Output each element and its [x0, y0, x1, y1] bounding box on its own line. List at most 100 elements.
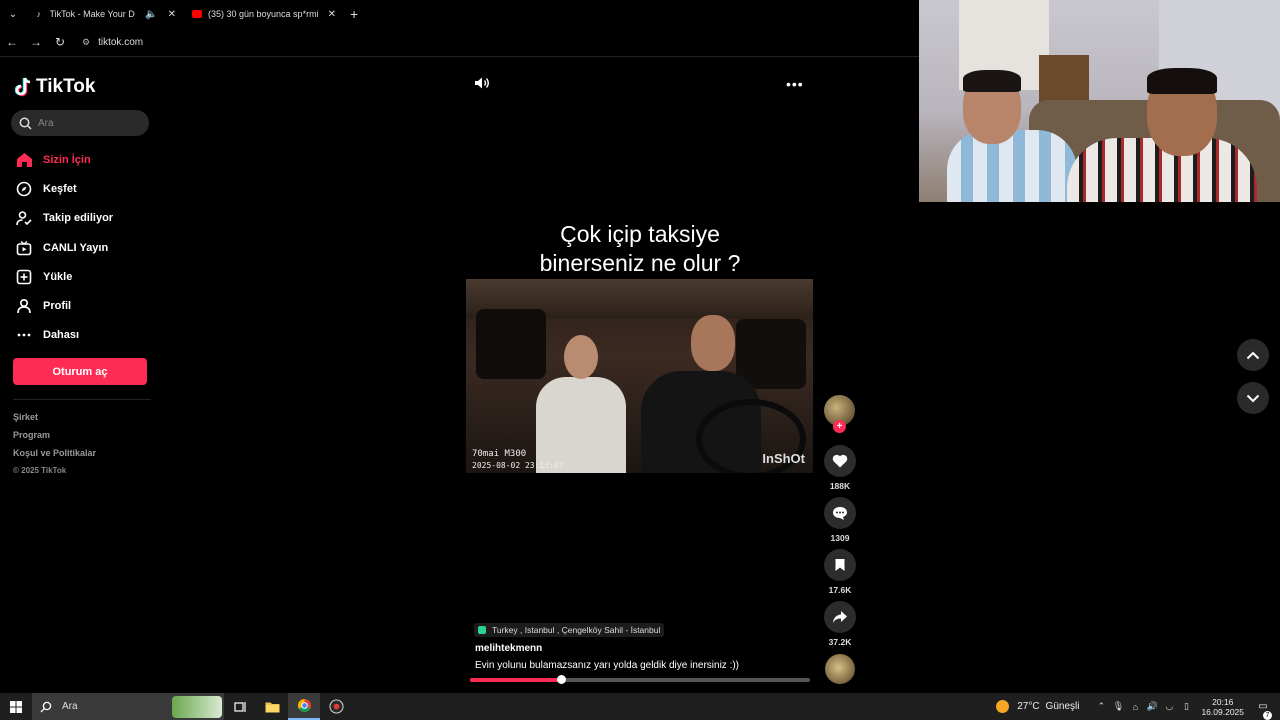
- sidebar-nav: Sizin İçin Keşfet Takip ediliyor CANLI Y…: [14, 145, 154, 350]
- system-tray: 27°C Güneşli ⌃ 🎙 ⌂ 🔊 ◡ ▯ 20:16 16.09.202…: [996, 693, 1280, 720]
- tab-search-chevron-icon[interactable]: ⌄: [0, 9, 26, 20]
- passenger-head: [564, 335, 598, 379]
- video-overlay-title: Çok içip taksiye binerseniz ne olur ?: [480, 220, 800, 278]
- taskbar-clock[interactable]: 20:16 16.09.2025: [1201, 697, 1244, 717]
- volume-icon[interactable]: [474, 76, 490, 95]
- footer-link-program[interactable]: Program: [13, 430, 96, 448]
- logo-text: TikTok: [36, 76, 96, 97]
- network-icon[interactable]: ⌂: [1127, 702, 1143, 712]
- save-button[interactable]: [824, 549, 856, 581]
- taskbar-search[interactable]: Ara: [32, 693, 224, 720]
- task-view-button[interactable]: [224, 693, 256, 720]
- comment-icon: [833, 506, 847, 520]
- like-count: 188K: [829, 481, 851, 491]
- taskbar-search-placeholder: Ara: [62, 701, 78, 712]
- folder-icon: [265, 702, 279, 712]
- footer-link-company[interactable]: Şirket: [13, 412, 96, 430]
- url-field[interactable]: ⚙ tiktok.com: [82, 37, 143, 48]
- share-button[interactable]: [824, 601, 856, 633]
- location-tag[interactable]: Turkey , Istanbul , Çengelköy Sahil - İs…: [474, 623, 665, 637]
- sidebar-item-profile[interactable]: Profil: [14, 291, 154, 320]
- wifi-icon[interactable]: ◡: [1161, 701, 1177, 712]
- login-button[interactable]: Oturum aç: [13, 358, 147, 385]
- profile-icon: [14, 296, 34, 316]
- sun-icon: [996, 700, 1010, 713]
- like-button[interactable]: [824, 445, 856, 477]
- clock-date: 16.09.2025: [1201, 706, 1244, 717]
- forward-icon[interactable]: →: [24, 35, 48, 49]
- dashcam-timestamp: 2025-08-02 23:13:47: [472, 461, 564, 470]
- notification-center-button[interactable]: ▭ 7: [1252, 701, 1274, 720]
- tab-title: TikTok - Make Your Day: [49, 9, 136, 19]
- sidebar-item-label: Takip ediliyor: [43, 212, 114, 225]
- music-disc-avatar[interactable]: [825, 654, 855, 684]
- file-explorer-button[interactable]: [256, 693, 288, 720]
- sidebar-item-label: Keşfet: [43, 182, 77, 195]
- share-count: 37.2K: [828, 637, 852, 647]
- dashcam-brand: 70mai M300: [472, 449, 527, 459]
- new-tab-icon[interactable]: +: [350, 6, 358, 22]
- recording-app-icon: [328, 699, 344, 714]
- search-input[interactable]: [38, 117, 138, 129]
- task-view-icon: [233, 701, 246, 712]
- share-icon: [833, 611, 847, 623]
- tiktok-logo[interactable]: TikTok: [15, 76, 95, 98]
- comment-button[interactable]: [824, 497, 856, 529]
- bookmark-icon: [835, 559, 845, 571]
- reload-icon[interactable]: ↻: [48, 35, 72, 49]
- footer-link-terms[interactable]: Koşul ve Politikalar: [13, 448, 96, 466]
- video-progress-bar[interactable]: [470, 675, 810, 684]
- previous-video-button[interactable]: [1237, 339, 1269, 371]
- chevron-up-icon: [1246, 351, 1260, 359]
- microphone-icon[interactable]: 🎙: [1110, 701, 1126, 712]
- site-info-icon[interactable]: ⚙: [82, 37, 90, 48]
- next-video-button[interactable]: [1237, 382, 1269, 414]
- tab-tiktok[interactable]: ♪ TikTok - Make Your Day 🔈 ✕: [26, 0, 184, 28]
- location-text: Turkey , Istanbul , Çengelköy Sahil - İs…: [492, 625, 661, 635]
- weather-desc: Güneşli: [1045, 701, 1080, 712]
- notification-count: 7: [1263, 711, 1272, 720]
- taskbar-search-icon: [40, 701, 52, 712]
- sidebar-item-label: Profil: [43, 300, 72, 313]
- follow-plus-icon[interactable]: +: [833, 420, 846, 433]
- sidebar-footer: Şirket Program Koşul ve Politikalar © 20…: [13, 412, 96, 480]
- battery-icon[interactable]: ▯: [1178, 701, 1194, 712]
- video-more-options-icon[interactable]: •••: [786, 76, 804, 92]
- search-highlight-image: [172, 696, 222, 718]
- sidebar-item-live[interactable]: CANLI Yayın: [14, 233, 154, 262]
- compass-icon: [14, 179, 34, 199]
- overlay-title-line1: Çok içip taksiye: [560, 221, 720, 247]
- sidebar-item-label: Yükle: [43, 270, 73, 283]
- streamer-right-hair: [1147, 68, 1217, 94]
- chrome-taskbar-button[interactable]: [288, 693, 320, 720]
- live-icon: [14, 238, 34, 258]
- youtube-favicon-icon: [192, 9, 202, 19]
- weather-widget[interactable]: 27°C Güneşli: [996, 700, 1079, 713]
- overlay-title-line2: binerseniz ne olur ?: [539, 250, 741, 276]
- tab-close-icon[interactable]: ✕: [168, 9, 176, 20]
- sidebar-item-label: CANLI Yayın: [43, 241, 109, 254]
- search-icon: [19, 117, 32, 130]
- chrome-icon: [297, 698, 311, 713]
- home-icon: [14, 150, 34, 170]
- tab-close-icon[interactable]: ✕: [328, 9, 336, 20]
- video-watermark: InShOt: [762, 451, 805, 466]
- sidebar-search[interactable]: [11, 110, 149, 136]
- volume-tray-icon[interactable]: 🔊: [1144, 701, 1160, 712]
- tray-overflow-icon[interactable]: ⌃: [1093, 701, 1109, 712]
- sidebar-item-upload[interactable]: Yükle: [14, 262, 154, 291]
- comment-count: 1309: [830, 533, 850, 543]
- sidebar-item-following[interactable]: Takip ediliyor: [14, 204, 154, 233]
- video-author[interactable]: melihtekmenn: [475, 643, 542, 654]
- start-button[interactable]: [0, 693, 32, 720]
- sidebar-item-for-you[interactable]: Sizin İçin: [14, 145, 154, 174]
- sidebar-item-more[interactable]: Dahası: [14, 321, 154, 350]
- sidebar-item-explore[interactable]: Keşfet: [14, 174, 154, 203]
- video-frame[interactable]: 70mai M300 2025-08-02 23:13:47 InShOt: [466, 279, 813, 473]
- video-progress-handle[interactable]: [557, 675, 567, 684]
- speaker-icon[interactable]: 🔈: [145, 9, 157, 20]
- obs-taskbar-button[interactable]: [320, 693, 352, 720]
- back-icon[interactable]: ←: [0, 35, 24, 49]
- browser-tab-bar: ⌄ ♪ TikTok - Make Your Day 🔈 ✕ (35) 30 g…: [0, 0, 919, 28]
- tab-youtube[interactable]: (35) 30 gün boyunca sp*rmimi ✕: [184, 0, 344, 28]
